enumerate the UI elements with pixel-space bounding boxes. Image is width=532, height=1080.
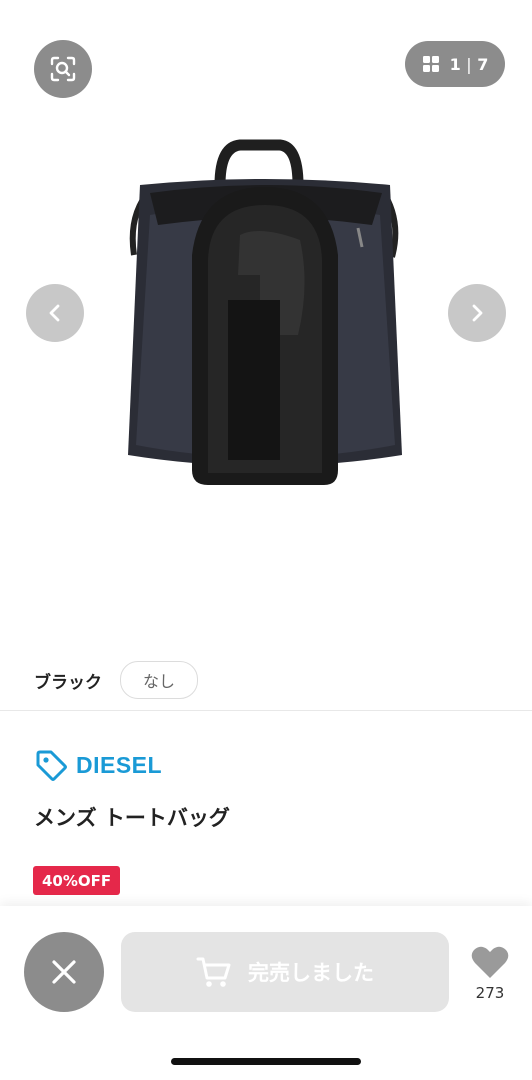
color-label: ブラック: [34, 672, 102, 693]
discount-badge: 40%OFF: [33, 866, 121, 895]
home-indicator: [171, 1058, 361, 1065]
image-counter-current: 1: [449, 54, 461, 74]
heart-icon: [471, 946, 509, 978]
cart-icon: [196, 957, 231, 987]
variant-row: ブラック なし: [0, 650, 532, 710]
product-image-gallery: 1 | 7: [0, 0, 532, 635]
product-image[interactable]: [110, 125, 420, 500]
brand-link[interactable]: DIESEL: [34, 748, 162, 782]
like-button[interactable]: 273: [467, 944, 513, 1002]
image-counter-total: 7: [477, 54, 489, 74]
image-search-icon: [50, 56, 76, 82]
image-counter[interactable]: 1 | 7: [405, 41, 505, 87]
image-counter-text: 1 | 7: [450, 55, 489, 74]
close-button[interactable]: [24, 932, 104, 1012]
bottom-action-bar: 完売しました 273: [0, 906, 532, 1080]
tag-icon: [36, 750, 67, 781]
chevron-right-icon: [472, 304, 483, 322]
product-title: メンズ トートバッグ: [34, 806, 230, 830]
image-counter-separator: |: [466, 54, 472, 74]
chevron-left-icon: [49, 304, 60, 322]
sold-out-button[interactable]: 完売しました: [121, 932, 449, 1012]
size-option-chip[interactable]: なし: [120, 661, 199, 699]
next-image-button[interactable]: [448, 284, 506, 342]
grid-icon: [422, 56, 439, 72]
close-icon: [52, 960, 76, 984]
image-search-button[interactable]: [34, 40, 92, 98]
divider: [0, 710, 532, 711]
sold-out-label: 完売しました: [248, 961, 374, 985]
brand-name: DIESEL: [76, 751, 163, 778]
like-count: 273: [475, 984, 505, 1002]
previous-image-button[interactable]: [26, 284, 84, 342]
